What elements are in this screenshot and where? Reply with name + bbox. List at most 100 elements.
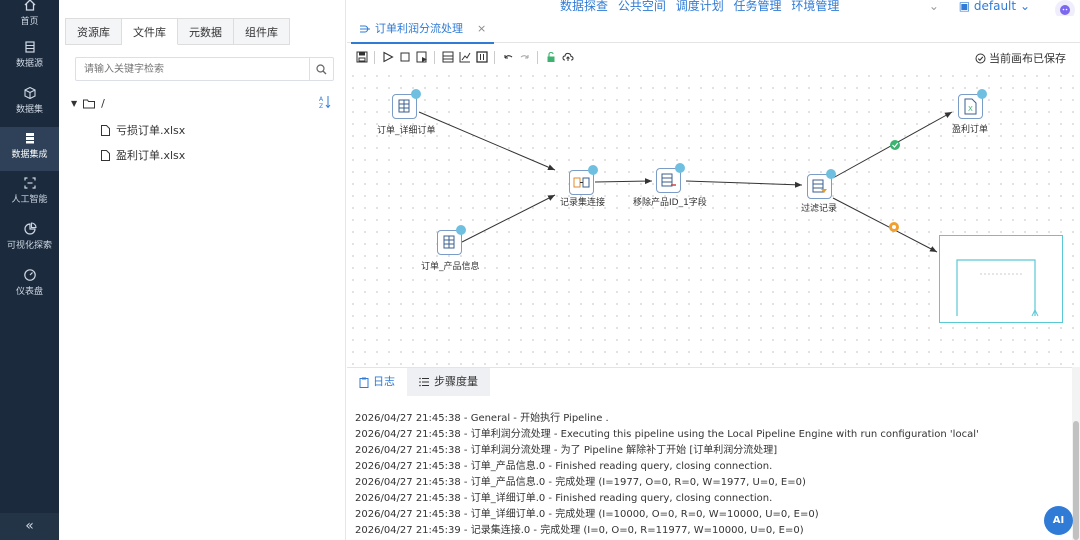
select-values-icon — [661, 173, 676, 187]
log-line: 2026/04/27 21:45:38 - 订单_产品信息.0 - 完成处理 (… — [355, 477, 806, 488]
sidebar-item-dashboard[interactable]: 仪表盘 — [0, 264, 59, 308]
node-label: 订单_产品信息 — [421, 262, 480, 272]
log-icon — [359, 377, 369, 388]
stop-icon[interactable] — [398, 51, 411, 64]
workspace-selector[interactable]: ⌄ ▣ default ⌄ — [929, 0, 1030, 12]
execution-panel: 日志 步骤度量 2026/04/27 21:45:38 - General - … — [347, 367, 1080, 540]
canvas-minimap[interactable] — [939, 235, 1063, 323]
log-line: 2026/04/27 21:45:38 - 订单_详细订单.0 - 完成处理 (… — [355, 509, 819, 520]
svg-text:Z: Z — [319, 103, 323, 109]
check-circle-icon — [975, 53, 986, 63]
check-badge-icon — [456, 225, 466, 235]
search-input[interactable] — [76, 58, 310, 80]
sidebar-item-home[interactable]: 首页 — [0, 0, 59, 38]
tab-log-label: 日志 — [373, 375, 395, 388]
node-label: 移除产品ID_1字段 — [633, 198, 707, 208]
edge-ok-badge — [890, 140, 900, 150]
log-line: 2026/04/27 21:45:39 - 记录集连接.0 - 完成处理 (I=… — [355, 525, 804, 536]
sidebar-item-label: 数据源 — [15, 59, 43, 69]
file-name: 亏损订单.xlsx — [116, 124, 186, 137]
excel-output-icon: X — [964, 98, 977, 115]
file-item[interactable]: 盈利订单.xlsx — [101, 147, 185, 163]
tab-components[interactable]: 组件库 — [234, 18, 290, 45]
dataset-cube-icon — [23, 86, 36, 100]
topnav-item-schedule[interactable]: 调度计划 — [676, 0, 724, 13]
top-navigation: 数据探查 公共空间 调度计划 任务管理 环境管理 — [560, 0, 845, 14]
sidebar-item-dataset[interactable]: 数据集 — [0, 82, 59, 126]
edge-n2-n3 — [461, 194, 556, 243]
check-badge-icon — [826, 169, 836, 179]
sidebar-item-integration[interactable]: 数据集成 — [0, 127, 59, 171]
tab-repository[interactable]: 资源库 — [65, 18, 122, 45]
check-badge-icon — [675, 163, 685, 173]
sidebar-item-label: 人工智能 — [11, 195, 48, 205]
search-icon — [316, 63, 327, 74]
check-badge-icon — [411, 89, 421, 99]
assistant-icon — [1060, 5, 1070, 15]
pipeline-canvas[interactable]: 订单_详细订单 订单_产品信息 记录集连接 移除产品ID_1字段 过滤记录 X … — [347, 70, 1080, 367]
sidebar-item-label: 数据集 — [15, 105, 43, 115]
tab-step-metrics-label: 步骤度量 — [434, 375, 478, 388]
sort-az-icon[interactable]: AZ — [319, 95, 331, 112]
sidebar-item-label: 数据集成 — [11, 150, 48, 160]
integration-icon — [25, 133, 34, 144]
undo-icon[interactable] — [501, 51, 514, 64]
toolbar-divider — [374, 50, 375, 64]
edge-n1-n3 — [418, 111, 556, 171]
grid-icon[interactable] — [441, 51, 454, 64]
table-input-icon — [443, 235, 455, 249]
ai-assistant-button[interactable]: AI — [1044, 506, 1073, 535]
ai-scan-icon — [23, 177, 36, 189]
log-scrollbar[interactable] — [1072, 367, 1080, 540]
log-line: 2026/04/27 21:45:38 - 订单_详细订单.0 - Finish… — [355, 493, 773, 504]
unlock-icon[interactable] — [544, 51, 557, 64]
redo-icon[interactable] — [518, 51, 531, 64]
cloud-upload-icon[interactable] — [561, 51, 574, 64]
edge-n4-n5 — [685, 180, 803, 188]
folder-open-icon — [83, 99, 96, 108]
topnav-item-explore[interactable]: 数据探查 — [560, 0, 608, 13]
log-line: 2026/04/27 21:45:38 - 订单利润分流处理 - 为了 Pipe… — [355, 445, 778, 456]
node-label: 订单_详细订单 — [377, 126, 436, 136]
topnav-item-env[interactable]: 环境管理 — [791, 0, 839, 13]
file-name: 盈利订单.xlsx — [116, 149, 186, 162]
sidebar-item-datasource[interactable]: 数据源 — [0, 36, 59, 80]
tab-pipeline[interactable]: 订单利润分流处理 × — [351, 15, 495, 44]
toolbar-divider — [434, 50, 435, 64]
file-item[interactable]: 亏损订单.xlsx — [101, 122, 185, 138]
sidebar-item-label: 仪表盘 — [15, 287, 43, 297]
log-line: 2026/04/27 21:45:38 - 订单_产品信息.0 - Finish… — [355, 461, 773, 472]
metrics-chart-icon[interactable] — [458, 51, 471, 64]
svg-text:X: X — [968, 105, 973, 113]
layout-icon[interactable] — [475, 51, 488, 64]
log-output: 2026/04/27 21:45:38 - General - 开始执行 Pip… — [355, 411, 979, 539]
close-icon[interactable]: × — [477, 15, 486, 43]
node-label: 过滤记录 — [801, 204, 838, 214]
preview-icon[interactable] — [415, 51, 428, 64]
run-icon[interactable] — [381, 51, 394, 64]
tab-file-library[interactable]: 文件库 — [122, 18, 178, 45]
tab-metadata[interactable]: 元数据 — [178, 18, 234, 45]
pipeline-tab-bar: 订单利润分流处理 × — [347, 15, 1080, 44]
topnav-item-task[interactable]: 任务管理 — [734, 0, 782, 13]
dashboard-gauge-icon — [23, 269, 36, 281]
tab-log[interactable]: 日志 — [347, 368, 407, 396]
svg-text:A: A — [319, 96, 324, 103]
file-icon — [101, 124, 110, 136]
sidebar-collapse-button[interactable]: « — [0, 513, 59, 540]
tree-root-folder[interactable]: ▼ / — [71, 97, 105, 110]
sidebar-item-visual-explore[interactable]: 可视化探索 — [0, 218, 59, 262]
caret-down-icon[interactable]: ▼ — [71, 99, 77, 108]
sidebar-item-ai[interactable]: 人工智能 — [0, 172, 59, 216]
log-line: 2026/04/27 21:45:38 - General - 开始执行 Pip… — [355, 413, 609, 424]
resource-tabs: 资源库 文件库 元数据 组件库 — [65, 18, 290, 45]
database-icon — [24, 41, 35, 53]
tab-step-metrics[interactable]: 步骤度量 — [407, 368, 490, 396]
sidebar-item-label: 可视化探索 — [6, 241, 52, 251]
filter-rows-icon — [812, 179, 827, 193]
save-icon[interactable] — [355, 51, 368, 64]
topnav-item-public-space[interactable]: 公共空间 — [618, 0, 666, 13]
scrollbar-thumb[interactable] — [1073, 421, 1079, 540]
search-button[interactable] — [309, 58, 333, 80]
chevron-down-icon: ⌄ — [928, 0, 939, 13]
